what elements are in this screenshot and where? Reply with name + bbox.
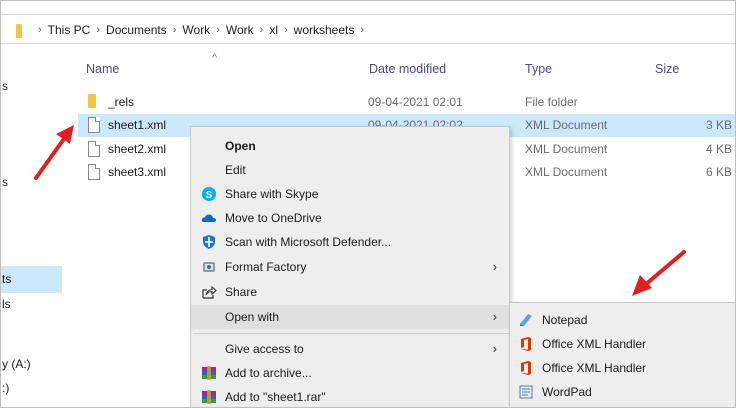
breadcrumb[interactable]: › This PC › Documents › Work › Work › xl… bbox=[32, 15, 370, 45]
chevron-right-icon[interactable]: › bbox=[260, 24, 264, 36]
navigation-pane: s s ts ls y (A:) :) bbox=[0, 45, 62, 408]
chevron-right-icon[interactable]: › bbox=[38, 24, 42, 36]
menu-item-move-to-onedrive[interactable]: Move to OneDrive bbox=[191, 206, 509, 230]
nav-item-drive-a[interactable]: y (A:) bbox=[2, 357, 31, 371]
menu-item-share[interactable]: Share bbox=[191, 280, 509, 304]
nav-item-fragment[interactable]: ts bbox=[2, 272, 11, 286]
submenu-item-label: Office XML Handler bbox=[542, 337, 647, 351]
address-bar[interactable]: › This PC › Documents › Work › Work › xl… bbox=[0, 14, 736, 44]
file-size: 4 KB bbox=[705, 142, 732, 156]
column-header-type[interactable]: Type bbox=[525, 62, 552, 76]
red-annotation-arrow-icon bbox=[34, 125, 74, 180]
column-header-size[interactable]: Size bbox=[655, 62, 679, 76]
submenu-item-wordpad[interactable]: WordPad bbox=[510, 380, 735, 404]
menu-item-label: Share bbox=[225, 285, 258, 299]
breadcrumb-item-work-2[interactable]: Work bbox=[226, 23, 254, 37]
menu-item-open-with[interactable]: Open with › bbox=[191, 305, 509, 329]
submenu-item-notepad[interactable]: Notepad bbox=[510, 308, 735, 332]
document-icon bbox=[88, 141, 100, 157]
chevron-right-icon[interactable]: › bbox=[360, 24, 364, 36]
menu-item-open[interactable]: Open bbox=[191, 134, 509, 158]
menu-separator bbox=[193, 333, 509, 334]
document-icon bbox=[88, 117, 100, 133]
menu-item-label: Open with bbox=[225, 310, 280, 324]
menu-item-format-factory[interactable]: Format Factory › bbox=[191, 255, 509, 279]
column-header-name[interactable]: Name bbox=[86, 62, 119, 76]
winrar-icon bbox=[202, 366, 216, 380]
nav-item-drive[interactable]: :) bbox=[2, 381, 9, 395]
menu-item-scan-defender[interactable]: Scan with Microsoft Defender... bbox=[191, 230, 509, 254]
file-type: XML Document bbox=[525, 118, 608, 132]
submenu-item-office-xml-handler[interactable]: Office XML Handler bbox=[510, 332, 735, 356]
submenu-item-label: WordPad bbox=[542, 385, 592, 399]
file-type: XML Document bbox=[525, 165, 608, 179]
chevron-right-icon: › bbox=[492, 309, 497, 324]
menu-item-label: Give access to bbox=[225, 342, 304, 356]
chevron-right-icon[interactable]: › bbox=[173, 24, 177, 36]
sort-ascending-icon: ^ bbox=[212, 52, 218, 64]
file-name: sheet2.xml bbox=[108, 142, 167, 156]
skype-icon: S bbox=[202, 187, 216, 201]
file-size: 3 KB bbox=[705, 118, 732, 132]
menu-item-label: Share with Skype bbox=[225, 187, 319, 201]
submenu-item-label: Office XML Handler bbox=[542, 361, 647, 375]
menu-item-label: Edit bbox=[225, 163, 246, 177]
context-menu: Open Edit S Share with Skype Move to One… bbox=[190, 126, 510, 408]
breadcrumb-item-xl[interactable]: xl bbox=[269, 23, 278, 37]
menu-item-label: Scan with Microsoft Defender... bbox=[225, 235, 392, 249]
menu-item-label: Format Factory bbox=[225, 260, 307, 274]
red-annotation-arrow-icon bbox=[632, 250, 686, 296]
office-icon bbox=[521, 361, 531, 375]
document-icon bbox=[88, 164, 100, 180]
defender-shield-icon bbox=[203, 235, 215, 249]
menu-item-label: Add to "sheet1.rar" bbox=[225, 390, 326, 404]
nav-item-fragment[interactable]: s bbox=[2, 79, 8, 93]
file-type: XML Document bbox=[525, 142, 608, 156]
breadcrumb-item-worksheets[interactable]: worksheets bbox=[294, 23, 355, 37]
submenu-item-label: Notepad bbox=[542, 313, 588, 327]
folder-icon bbox=[88, 94, 96, 108]
nav-item-fragment[interactable]: s bbox=[2, 175, 8, 189]
onedrive-cloud-icon bbox=[201, 214, 216, 222]
breadcrumb-item-this-pc[interactable]: This PC bbox=[48, 23, 91, 37]
chevron-right-icon[interactable]: › bbox=[96, 24, 100, 36]
folder-icon bbox=[16, 24, 22, 38]
chevron-right-icon[interactable]: › bbox=[216, 24, 220, 36]
notepad-icon bbox=[520, 314, 532, 326]
nav-item-fragment[interactable]: ls bbox=[2, 297, 11, 311]
menu-item-add-to-sheet1-rar[interactable]: Add to "sheet1.rar" bbox=[191, 385, 509, 408]
file-name: sheet3.xml bbox=[108, 165, 167, 179]
file-row[interactable]: _rels 09-04-2021 02:01 File folder bbox=[78, 91, 736, 114]
file-date-modified: 09-04-2021 02:01 bbox=[368, 95, 463, 109]
file-type: File folder bbox=[525, 95, 578, 109]
file-size: 6 KB bbox=[705, 165, 732, 179]
winrar-icon bbox=[202, 390, 216, 404]
open-with-submenu: Notepad Office XML Handler Office XML Ha… bbox=[509, 302, 736, 408]
office-icon bbox=[521, 337, 531, 351]
menu-item-label: Move to OneDrive bbox=[225, 211, 322, 225]
chevron-right-icon: › bbox=[492, 341, 497, 356]
chevron-right-icon: › bbox=[492, 259, 497, 274]
breadcrumb-item-documents[interactable]: Documents bbox=[106, 23, 167, 37]
wordpad-icon bbox=[519, 385, 533, 399]
share-icon bbox=[202, 285, 217, 299]
submenu-item-office-xml-handler-2[interactable]: Office XML Handler bbox=[510, 356, 735, 380]
svg-text:S: S bbox=[206, 190, 213, 201]
menu-item-give-access-to[interactable]: Give access to › bbox=[191, 337, 509, 361]
menu-item-add-to-archive[interactable]: Add to archive... bbox=[191, 361, 509, 385]
menu-item-label: Open bbox=[225, 139, 256, 153]
column-header-date-modified[interactable]: Date modified bbox=[369, 62, 446, 76]
file-name: _rels bbox=[108, 95, 135, 109]
menu-item-share-with-skype[interactable]: S Share with Skype bbox=[191, 182, 509, 206]
breadcrumb-item-work[interactable]: Work bbox=[182, 23, 210, 37]
chevron-right-icon[interactable]: › bbox=[284, 24, 288, 36]
file-name: sheet1.xml bbox=[108, 118, 167, 132]
format-factory-icon bbox=[203, 262, 215, 272]
menu-item-label: Add to archive... bbox=[225, 366, 312, 380]
menu-item-edit[interactable]: Edit bbox=[191, 158, 509, 182]
